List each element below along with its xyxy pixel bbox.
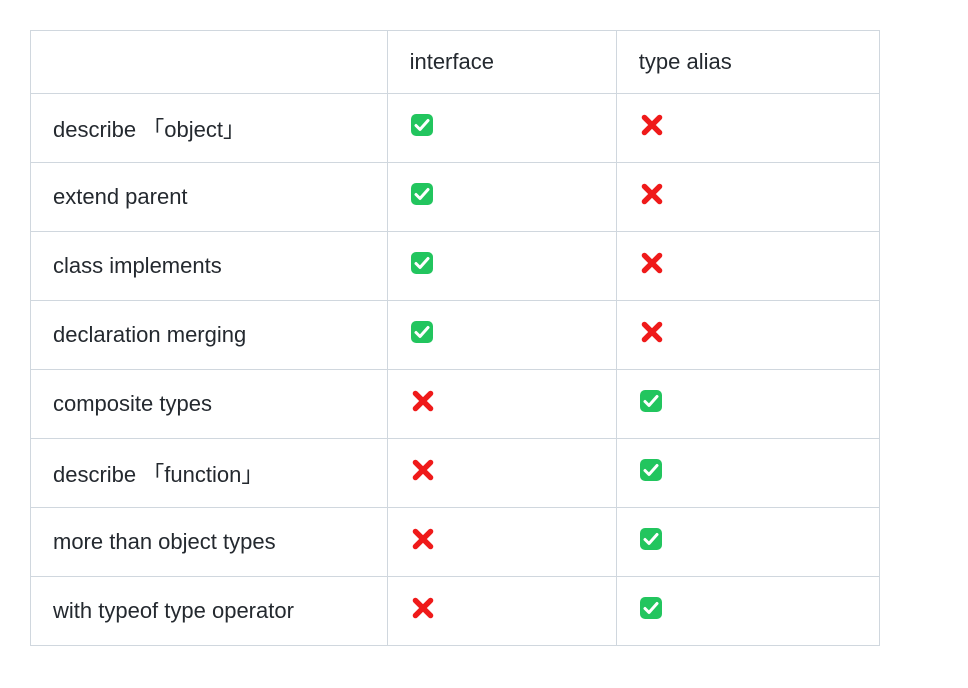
feature-cell: more than object types [31, 508, 388, 577]
cross-icon [639, 250, 665, 276]
typealias-cell [616, 508, 879, 577]
check-icon [639, 458, 663, 482]
header-feature [31, 31, 388, 94]
table-row: with typeof type operator [31, 577, 880, 646]
table-row: describe 「object」 [31, 94, 880, 163]
check-icon [410, 251, 434, 275]
table-header-row: interface type alias [31, 31, 880, 94]
cross-icon [410, 526, 436, 552]
feature-cell: extend parent [31, 163, 388, 232]
interface-cell [387, 508, 616, 577]
cross-icon [410, 457, 436, 483]
typealias-cell [616, 439, 879, 508]
table-row: describe 「function」 [31, 439, 880, 508]
typealias-cell [616, 94, 879, 163]
cross-icon [410, 388, 436, 414]
interface-cell [387, 577, 616, 646]
feature-cell: with typeof type operator [31, 577, 388, 646]
comparison-table: interface type alias describe 「object」ex… [30, 30, 880, 646]
table-row: composite types [31, 370, 880, 439]
cross-icon [410, 595, 436, 621]
cross-icon [639, 319, 665, 345]
interface-cell [387, 370, 616, 439]
cross-icon [639, 181, 665, 207]
feature-cell: describe 「object」 [31, 94, 388, 163]
check-icon [410, 182, 434, 206]
check-icon [410, 113, 434, 137]
typealias-cell [616, 232, 879, 301]
table-row: class implements [31, 232, 880, 301]
check-icon [639, 596, 663, 620]
cross-icon [639, 112, 665, 138]
interface-cell [387, 94, 616, 163]
interface-cell [387, 163, 616, 232]
feature-cell: describe 「function」 [31, 439, 388, 508]
interface-cell [387, 232, 616, 301]
interface-cell [387, 439, 616, 508]
feature-cell: declaration merging [31, 301, 388, 370]
typealias-cell [616, 370, 879, 439]
table-row: extend parent [31, 163, 880, 232]
typealias-cell [616, 301, 879, 370]
header-interface: interface [387, 31, 616, 94]
table-row: declaration merging [31, 301, 880, 370]
typealias-cell [616, 163, 879, 232]
check-icon [639, 389, 663, 413]
interface-cell [387, 301, 616, 370]
header-typealias: type alias [616, 31, 879, 94]
check-icon [410, 320, 434, 344]
check-icon [639, 527, 663, 551]
comparison-table-container: interface type alias describe 「object」ex… [30, 30, 880, 646]
table-row: more than object types [31, 508, 880, 577]
feature-cell: composite types [31, 370, 388, 439]
table-body: describe 「object」extend parentclass impl… [31, 94, 880, 646]
typealias-cell [616, 577, 879, 646]
feature-cell: class implements [31, 232, 388, 301]
